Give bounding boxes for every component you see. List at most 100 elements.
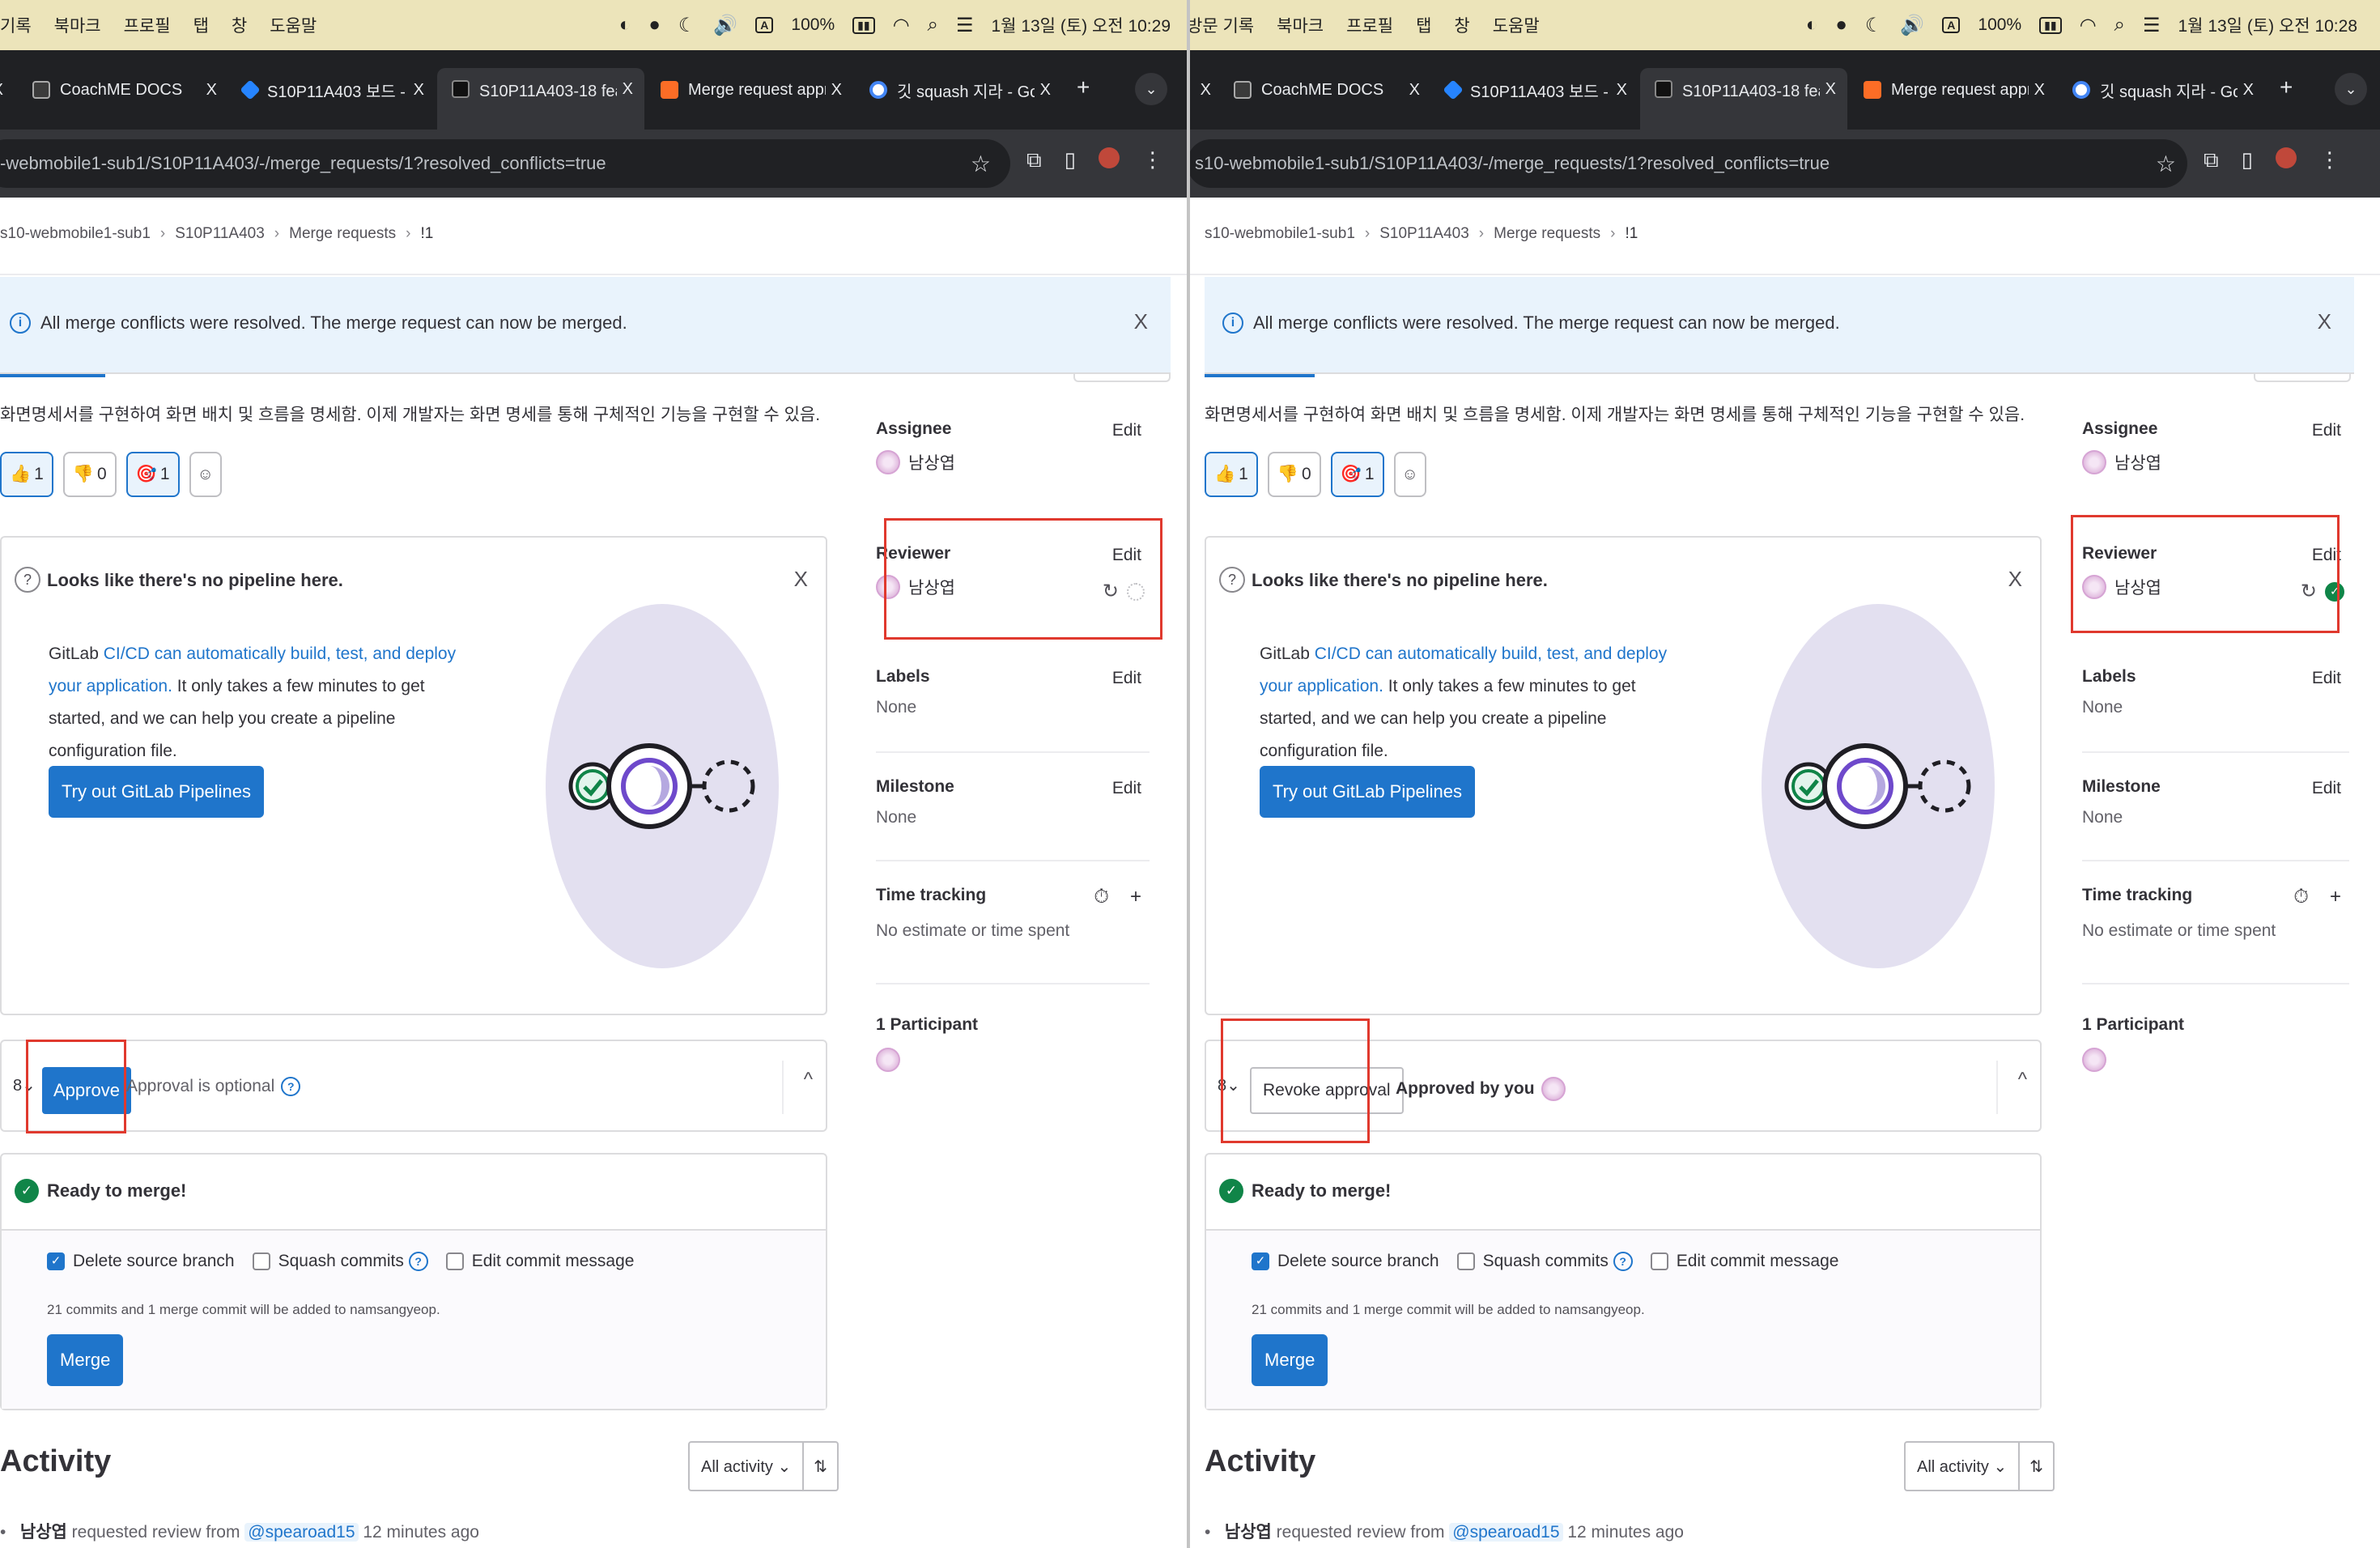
dart-award-button[interactable]: 🎯 1 [1330,452,1384,497]
browser-tab-partial[interactable]: X [1190,70,1219,110]
volume-icon[interactable]: 🔊 [1900,14,1924,37]
breadcrumb-merge-requests[interactable]: Merge requests [1494,225,1600,243]
browser-menu-icon[interactable]: ⋮ [1142,147,1163,173]
browser-tab-google[interactable]: 깃 squash 지라 - Google X [855,70,1062,110]
input-source-icon[interactable]: A [1942,17,1961,33]
breadcrumb-group[interactable]: s10-webmobile1-sub1 [0,225,151,243]
focus-icon[interactable]: ◐ [1806,14,1818,36]
breadcrumb-project[interactable]: S10P11A403 [175,225,265,243]
tab-close-icon[interactable]: X [1825,80,1836,99]
volume-icon[interactable]: 🔊 [713,14,737,37]
menu-bookmarks[interactable]: 북마크 [54,13,101,37]
help-icon[interactable]: ? [281,1077,301,1096]
profile-avatar-icon[interactable] [2275,147,2297,168]
browser-tab-mr-active[interactable]: S10P11A403-18 feat: 화면 X [1640,68,1847,130]
squash-commits-checkbox[interactable] [1456,1252,1475,1270]
tab-search-icon[interactable]: ⌄ [2335,73,2367,105]
labels-edit-link[interactable]: Edit [2312,669,2341,688]
delete-source-branch-checkbox[interactable]: ✓ [47,1252,65,1270]
edit-commit-message-option[interactable]: Edit commit message [1650,1252,1838,1271]
thumbsup-award-button[interactable]: 👍 1 [0,452,53,497]
thumbsdown-award-button[interactable]: 👎 0 [1267,452,1321,497]
breadcrumb-group[interactable]: s10-webmobile1-sub1 [1205,225,1355,243]
avatar[interactable] [2082,1048,2106,1072]
help-icon[interactable]: ? [1613,1252,1633,1271]
menu-window[interactable]: 창 [1454,13,1469,37]
labels-edit-link[interactable]: Edit [1112,669,1141,688]
bookmark-star-icon[interactable]: ☆ [971,151,991,177]
thumbsup-award-button[interactable]: 👍 1 [1205,452,1258,497]
menu-profiles[interactable]: 프로필 [1346,13,1393,37]
breadcrumb-mr-id[interactable]: !1 [420,225,433,243]
squash-commits-checkbox[interactable] [252,1252,270,1270]
menu-tab[interactable]: 탭 [1416,13,1431,37]
user-mention-link[interactable]: @spearoad15 [1449,1523,1563,1542]
collapse-chevron-up-icon[interactable]: ^ [804,1069,813,1091]
delete-source-branch-option[interactable]: ✓ Delete source branch [47,1252,235,1271]
menu-history[interactable]: 방문 기록 [1190,13,1254,37]
pipeline-card-close-button[interactable]: X [2008,567,2022,592]
control-center-icon[interactable]: ☰ [2143,14,2161,37]
sort-direction-icon[interactable]: ⇅ [2018,1443,2053,1490]
chat-icon[interactable]: ● [648,14,661,36]
control-center-icon[interactable]: ☰ [956,14,974,37]
focus-icon[interactable]: ◐ [619,14,631,36]
browser-tab-mr-active[interactable]: S10P11A403-18 feat: 화면 X [437,68,644,130]
url-field[interactable]: -webmobile1-sub1/S10P11A403/-/merge_requ… [0,139,1010,188]
tab-close-icon[interactable]: X [2243,81,2254,100]
tab-close-icon[interactable]: X [1617,81,1627,100]
url-field[interactable]: s10-webmobile1-sub1/S10P11A403/-/merge_r… [1190,139,2187,188]
wifi-icon[interactable]: ◠ [2080,14,2097,37]
tab-close-icon[interactable]: X [1040,81,1051,100]
moon-icon[interactable]: ☾ [678,14,696,37]
browser-tab-jira[interactable]: S10P11A403 보드 - 타임라 X [228,70,436,110]
menu-profiles[interactable]: 프로필 [124,13,171,37]
wifi-icon[interactable]: ◠ [893,14,910,37]
side-panel-icon[interactable]: ▯ [1065,147,1076,173]
menu-help[interactable]: 도움말 [270,13,317,37]
browser-tab-approval-docs[interactable]: Merge request approval X [1849,70,2056,110]
assignee-edit-link[interactable]: Edit [2312,421,2341,440]
edit-commit-message-checkbox[interactable] [1650,1252,1668,1270]
tab-close-icon[interactable]: X [1201,81,1211,100]
merge-button[interactable]: Merge [1252,1334,1328,1386]
profile-avatar-icon[interactable] [1098,147,1120,168]
side-panel-icon[interactable]: ▯ [2242,147,2253,173]
breadcrumb-project[interactable]: S10P11A403 [1379,225,1469,243]
pipeline-card-close-button[interactable]: X [794,567,808,592]
new-tab-button[interactable]: + [2280,74,2293,100]
collapse-chevron-up-icon[interactable]: ^ [2018,1069,2027,1091]
menu-tab[interactable]: 탭 [193,13,209,37]
activity-author[interactable]: 남상엽 [20,1523,67,1542]
browser-tab-google[interactable]: 깃 squash 지라 - Google X [2058,70,2265,110]
tab-search-icon[interactable]: ⌄ [1135,73,1167,105]
browser-tab-coachme[interactable]: CoachME DOCS X [18,70,228,110]
merge-button[interactable]: Merge [47,1334,124,1386]
new-tab-button[interactable]: + [1077,74,1090,100]
moon-icon[interactable]: ☾ [1865,14,1883,37]
activity-filter-dropdown[interactable]: All activity ⌄ [690,1457,802,1477]
add-reaction-button[interactable]: ☺ [189,452,222,497]
help-icon[interactable]: ? [408,1252,428,1271]
extensions-icon[interactable]: ⧉ [1026,147,1042,173]
menu-history[interactable]: 기록 [0,13,32,37]
menubar-clock[interactable]: 1월 13일 (토) 오전 10:29 [991,13,1171,37]
menu-bookmarks[interactable]: 북마크 [1277,13,1324,37]
browser-tab-approval-docs[interactable]: Merge request approval X [646,70,853,110]
user-mention-link[interactable]: @spearoad15 [244,1523,359,1542]
spotlight-icon[interactable]: ⌕ [928,14,938,36]
sort-direction-icon[interactable]: ⇅ [802,1443,837,1490]
extensions-icon[interactable]: ⧉ [2204,147,2219,173]
edit-commit-message-option[interactable]: Edit commit message [445,1252,634,1271]
stopwatch-icon[interactable]: ⏱ [2293,886,2309,908]
squash-commits-option[interactable]: Squash commits ? [1456,1252,1633,1271]
tab-close-icon[interactable]: X [206,81,217,100]
assignee-user[interactable]: 남상엽 [2082,450,2161,474]
battery-icon[interactable]: ▮▮ [2039,16,2062,34]
battery-icon[interactable]: ▮▮ [852,16,875,34]
add-time-icon[interactable]: + [2330,886,2341,908]
try-pipelines-button[interactable]: Try out GitLab Pipelines [1260,766,1475,818]
breadcrumb-merge-requests[interactable]: Merge requests [289,225,396,243]
tab-close-icon[interactable]: X [0,81,3,100]
dart-award-button[interactable]: 🎯 1 [125,452,180,497]
